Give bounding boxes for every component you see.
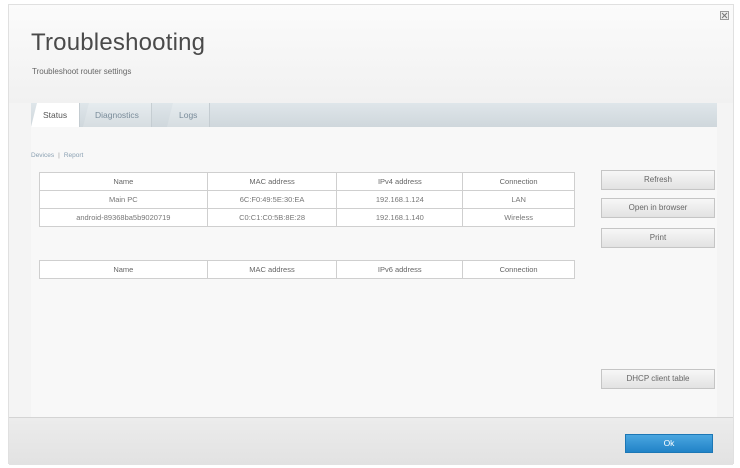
connection-cell: LAN (462, 190, 575, 209)
device-name-cell: Main PC (39, 190, 208, 209)
page-title: Troubleshooting (31, 29, 206, 56)
ipv4-address-cell: 192.168.1.140 (336, 208, 464, 227)
tab-diagnostics[interactable]: Diagnostics (83, 103, 152, 127)
column-header-ipv4: IPv4 address (336, 172, 464, 191)
refresh-button[interactable]: Refresh (601, 170, 715, 190)
table-header-row: Name MAC address IPv6 address Connection (39, 260, 575, 279)
device-name-cell: android-89368ba5b9020719 (39, 208, 208, 227)
page-subtitle: Troubleshoot router settings (32, 67, 132, 76)
column-header-connection: Connection (462, 172, 575, 191)
ipv6-device-table: Name MAC address IPv6 address Connection (39, 260, 575, 279)
dhcp-client-table-button[interactable]: DHCP client table (601, 369, 715, 389)
troubleshooting-window: Troubleshooting Troubleshoot router sett… (8, 4, 734, 465)
status-panel: Devices | Report Name MAC address IPv4 add… (31, 127, 717, 417)
column-header-mac: MAC address (206, 260, 338, 279)
column-header-mac: MAC address (206, 172, 338, 191)
column-header-name: Name (39, 260, 208, 279)
column-header-connection: Connection (462, 260, 575, 279)
ipv4-device-table: Name MAC address IPv4 address Connection… (39, 172, 575, 227)
column-header-name: Name (39, 172, 208, 191)
devices-link[interactable]: Devices (31, 152, 54, 159)
link-separator: | (58, 152, 60, 159)
window-header: Troubleshooting Troubleshoot router sett… (9, 5, 733, 103)
table-row[interactable]: Main PC 6C:F0:49:5E:30:EA 192.168.1.124 … (39, 190, 575, 209)
ok-button[interactable]: Ok (625, 434, 713, 453)
print-button[interactable]: Print (601, 228, 715, 248)
ipv4-address-cell: 192.168.1.124 (336, 190, 464, 209)
sub-navigation: Devices | Report (31, 152, 83, 159)
mac-address-cell: C0:C1:C0:5B:8E:28 (206, 208, 338, 227)
tab-logs[interactable]: Logs (167, 103, 211, 127)
open-in-browser-button[interactable]: Open in browser (601, 198, 715, 218)
connection-cell: Wireless (462, 208, 575, 227)
mac-address-cell: 6C:F0:49:5E:30:EA (206, 190, 338, 209)
table-header-row: Name MAC address IPv4 address Connection (39, 172, 575, 191)
column-header-ipv6: IPv6 address (336, 260, 464, 279)
table-row[interactable]: android-89368ba5b9020719 C0:C1:C0:5B:8E:… (39, 208, 575, 227)
tab-status[interactable]: Status (31, 103, 81, 127)
report-link[interactable]: Report (64, 152, 84, 159)
dialog-footer: Ok (9, 417, 733, 465)
tab-strip: Status Diagnostics Logs (31, 103, 717, 127)
close-icon[interactable] (720, 11, 729, 20)
